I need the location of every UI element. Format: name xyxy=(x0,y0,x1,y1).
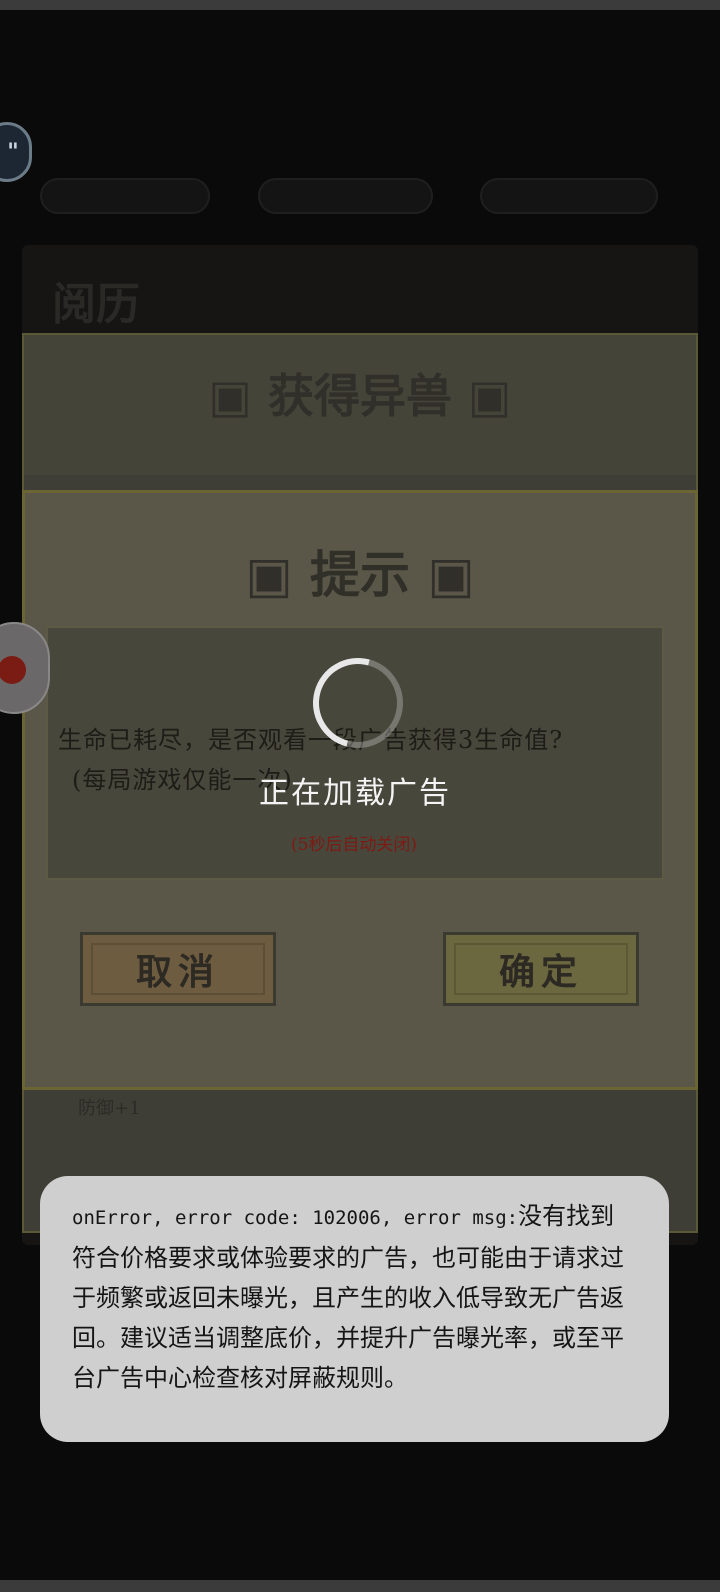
loading-text: 正在加载广告 xyxy=(259,776,451,811)
confirm-button[interactable]: 确定 xyxy=(443,932,639,1006)
quote-icon: " xyxy=(7,139,19,165)
defense-stat-text: 防御+1 xyxy=(78,1098,141,1119)
top-pill-1 xyxy=(40,178,210,214)
hint-dialog-title: ▣ 提示 ▣ xyxy=(245,545,475,604)
confirm-button-frame xyxy=(454,943,628,995)
cancel-button[interactable]: 取消 xyxy=(80,932,276,1006)
title-deco-right-icon: ▣ xyxy=(452,369,512,423)
hint-deco-right-icon: ▣ xyxy=(410,546,475,604)
reward-panel-title: ▣ 获得异兽 ▣ xyxy=(208,369,512,423)
navigation-bar xyxy=(0,1580,720,1592)
error-toast-prefix: onError, error code: 102006, error msg: xyxy=(72,1207,519,1229)
floating-assistant-button[interactable]: " xyxy=(0,122,32,182)
cancel-button-frame xyxy=(91,943,265,995)
top-pill-3 xyxy=(480,178,658,214)
float-ball-icon xyxy=(0,656,26,684)
top-pill-2 xyxy=(258,178,433,214)
hint-deco-left-icon: ▣ xyxy=(245,546,310,604)
title-deco-left-icon: ▣ xyxy=(208,369,268,423)
status-bar xyxy=(0,0,720,10)
top-info-row xyxy=(0,178,720,218)
auto-close-hint: (5秒后自动关闭) xyxy=(290,835,418,855)
error-toast-message: 没有找到符合价格要求或体验要求的广告，也可能由于请求过于频繁或返回未曝光，且产生… xyxy=(72,1202,624,1392)
background-panel-title: 阅历 xyxy=(52,279,140,330)
error-toast: onError, error code: 102006, error msg:没… xyxy=(40,1176,669,1442)
